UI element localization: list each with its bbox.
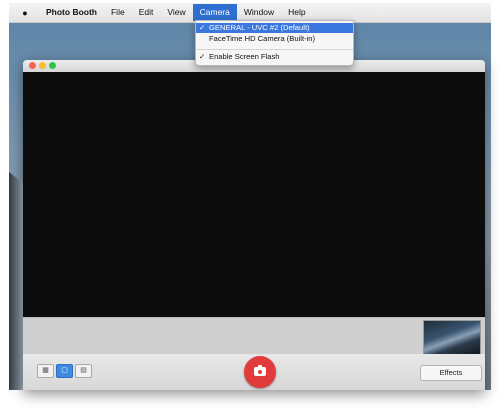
camera-menu-dropdown: ✓ GENERAL - UVC #2 (Default) FaceTime HD…	[195, 20, 354, 66]
single-photo-icon[interactable]: ▢	[56, 364, 73, 378]
take-photo-button[interactable]	[244, 356, 276, 388]
menu-camera[interactable]: Camera	[192, 4, 237, 21]
checkmark-icon: ✓	[199, 52, 206, 61]
bottom-toolbar: ▦ ▢ ▤ Effects	[23, 354, 485, 390]
checkmark-icon: ✓	[199, 23, 206, 32]
photo-booth-window: Photo Booth ▦ ▢ ▤ Effects	[23, 60, 485, 390]
camera-menu-item-label: GENERAL - UVC #2 (Default)	[209, 23, 310, 32]
video-icon[interactable]: ▤	[75, 364, 92, 378]
camera-menu-item-label: Enable Screen Flash	[209, 52, 280, 61]
photo-thumbnail[interactable]	[423, 320, 481, 355]
menu-window[interactable]: Window	[237, 4, 281, 21]
camera-menu-item-label: FaceTime HD Camera (Built-in)	[209, 34, 316, 43]
camera-menu-item-facetime[interactable]: FaceTime HD Camera (Built-in)	[196, 34, 353, 44]
photo-strip	[23, 317, 485, 355]
camera-preview	[23, 72, 485, 317]
camera-icon	[254, 365, 266, 376]
mode-selector: ▦ ▢ ▤	[37, 364, 94, 378]
effects-button[interactable]: Effects	[420, 365, 482, 381]
menu-edit[interactable]: Edit	[132, 4, 161, 21]
four-up-icon[interactable]: ▦	[37, 364, 54, 378]
menu-separator	[196, 49, 353, 50]
menu-file[interactable]: File	[104, 4, 132, 21]
menu-view[interactable]: View	[160, 4, 192, 21]
apple-icon[interactable]: ●	[18, 8, 32, 18]
camera-menu-item-screen-flash[interactable]: ✓ Enable Screen Flash	[196, 52, 353, 62]
camera-menu-item-general-uvc[interactable]: ✓ GENERAL - UVC #2 (Default)	[196, 23, 353, 33]
menu-help[interactable]: Help	[281, 4, 312, 21]
menu-photo-booth[interactable]: Photo Booth	[44, 4, 104, 21]
